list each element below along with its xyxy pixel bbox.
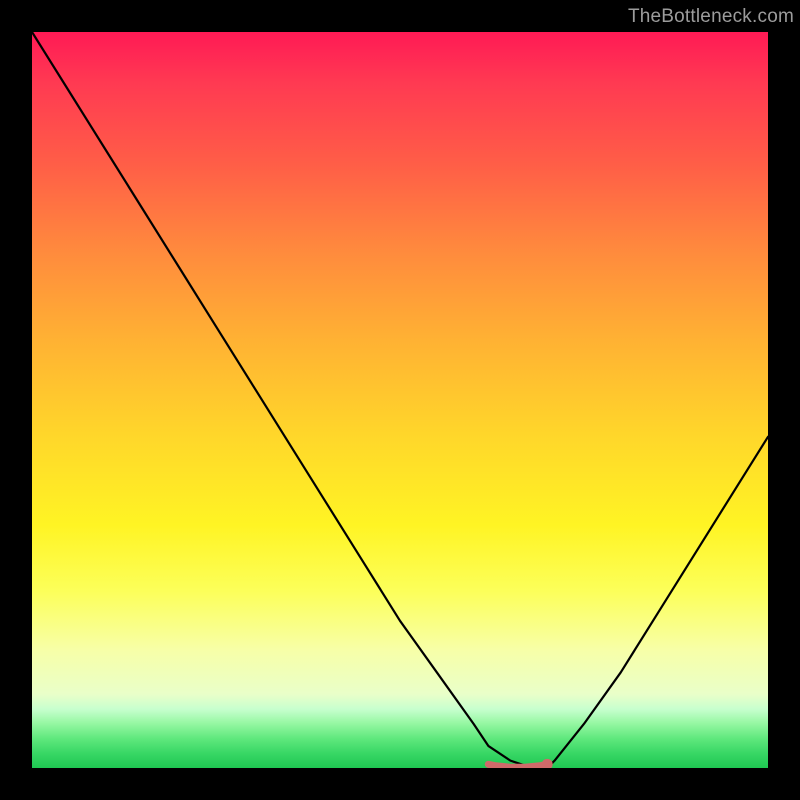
watermark-text: TheBottleneck.com bbox=[628, 6, 794, 28]
flat-bottom-marker bbox=[488, 764, 547, 767]
curve-layer bbox=[32, 32, 768, 768]
bottleneck-curve bbox=[32, 32, 768, 768]
plot-area bbox=[32, 32, 768, 768]
chart-stage: TheBottleneck.com bbox=[0, 0, 800, 800]
flat-endpoint-dot bbox=[542, 759, 553, 768]
